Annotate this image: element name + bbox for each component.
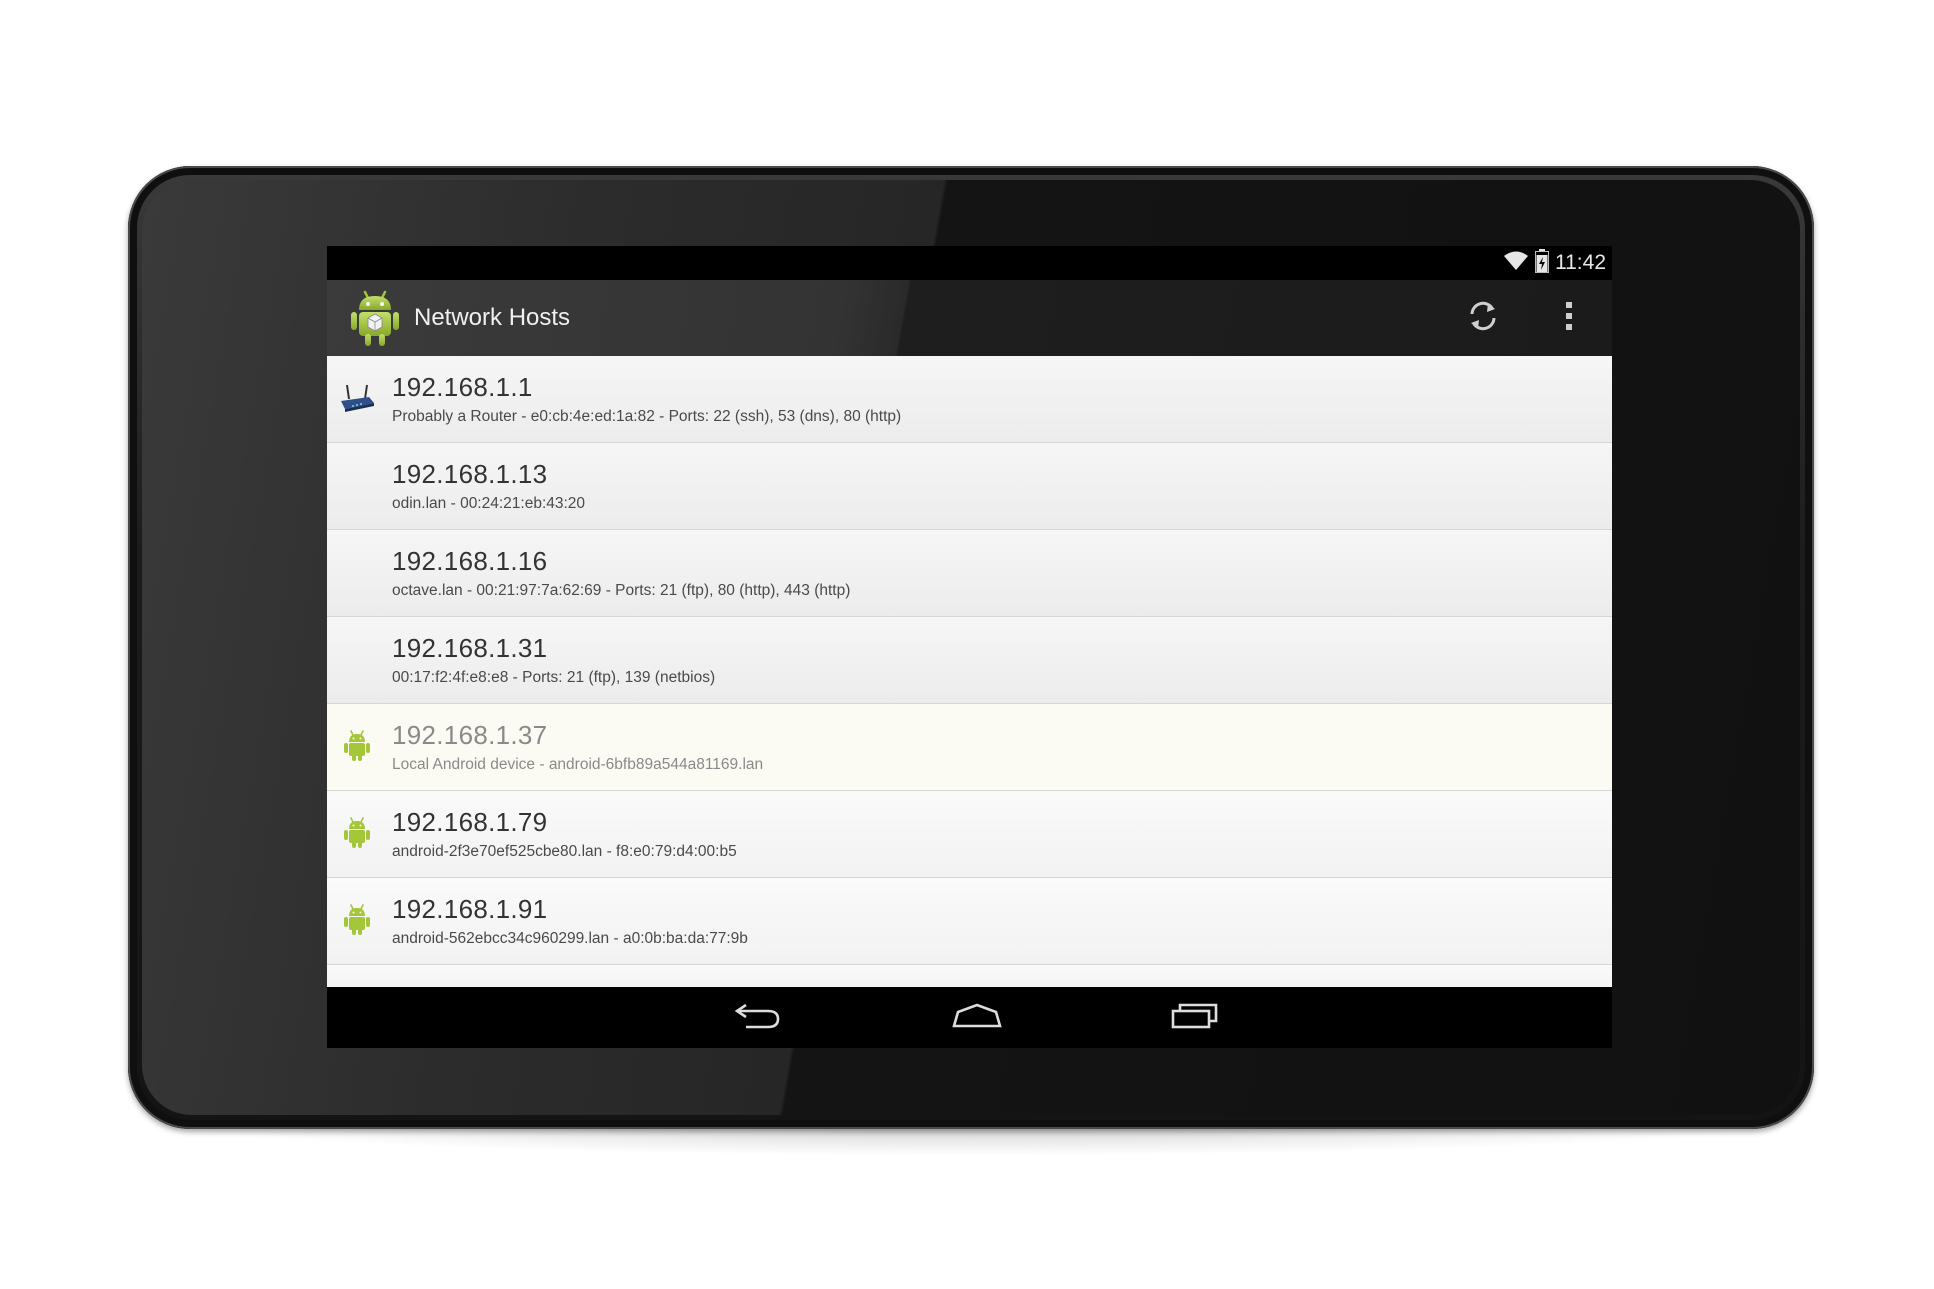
app-title: Network Hosts [414, 304, 571, 331]
host-ip: 192.168.1.37 [392, 720, 548, 750]
list-item-partial[interactable] [327, 965, 1612, 987]
status-time: 11:42 [1555, 251, 1606, 274]
list-item[interactable]: 192.168.1.91 android-562ebcc34c960299.la… [327, 878, 1612, 965]
host-ip: 192.168.1.91 [392, 894, 548, 924]
wifi-icon [1503, 250, 1529, 276]
android-icon [339, 902, 375, 938]
list-item[interactable]: 192.168.1.16 octave.lan - 00:21:97:7a:62… [327, 530, 1612, 617]
host-ip: 192.168.1.13 [392, 459, 548, 489]
status-area: 11:42 [1503, 246, 1606, 280]
android-icon [339, 815, 375, 851]
device-screen: 11:42 Network Hosts 192.168.1.1 Probably… [327, 246, 1612, 1048]
back-icon [734, 1001, 782, 1035]
action-bar: Network Hosts [327, 280, 1612, 356]
refresh-button[interactable] [1457, 292, 1509, 344]
navigation-bar [327, 987, 1612, 1048]
refresh-icon [1466, 299, 1500, 337]
home-icon [951, 1002, 1003, 1034]
host-detail: android-562ebcc34c960299.lan - a0:0b:ba:… [392, 930, 748, 947]
android-icon [339, 728, 375, 764]
host-detail: odin.lan - 00:24:21:eb:43:20 [392, 495, 586, 512]
overflow-menu-button[interactable] [1543, 292, 1595, 344]
home-button[interactable] [947, 999, 1007, 1037]
battery-icon [1535, 249, 1549, 277]
status-bar: 11:42 [327, 246, 1612, 280]
router-icon [339, 380, 375, 416]
host-detail: 00:17:f2:4f:e8:e8 - Ports: 21 (ftp), 139… [392, 669, 716, 686]
host-ip: 192.168.1.16 [392, 546, 548, 576]
host-ip: 192.168.1.79 [392, 807, 548, 837]
host-list: 192.168.1.1 Probably a Router - e0:cb:4e… [327, 356, 1612, 987]
recents-icon [1170, 1001, 1220, 1035]
host-detail: Local Android device - android-6bfb89a54… [392, 756, 764, 773]
host-detail: Probably a Router - e0:cb:4e:ed:1a:82 - … [392, 408, 902, 425]
list-item[interactable]: 192.168.1.31 00:17:f2:4f:e8:e8 - Ports: … [327, 617, 1612, 704]
recents-button[interactable] [1165, 999, 1225, 1037]
list-item[interactable]: 192.168.1.79 android-2f3e70ef525cbe80.la… [327, 791, 1612, 878]
list-item-local-device[interactable]: 192.168.1.37 Local Android device - andr… [327, 704, 1612, 791]
back-button[interactable] [728, 999, 788, 1037]
host-detail: octave.lan - 00:21:97:7a:62:69 - Ports: … [392, 582, 851, 599]
android-robot-icon[interactable] [349, 288, 401, 348]
list-item[interactable]: 192.168.1.1 Probably a Router - e0:cb:4e… [327, 356, 1612, 443]
host-detail: android-2f3e70ef525cbe80.lan - f8:e0:79:… [392, 843, 737, 860]
overflow-menu-icon [1564, 300, 1574, 336]
list-item[interactable]: 192.168.1.13 odin.lan - 00:24:21:eb:43:2… [327, 443, 1612, 530]
host-ip: 192.168.1.31 [392, 633, 548, 663]
host-ip: 192.168.1.1 [392, 372, 533, 402]
